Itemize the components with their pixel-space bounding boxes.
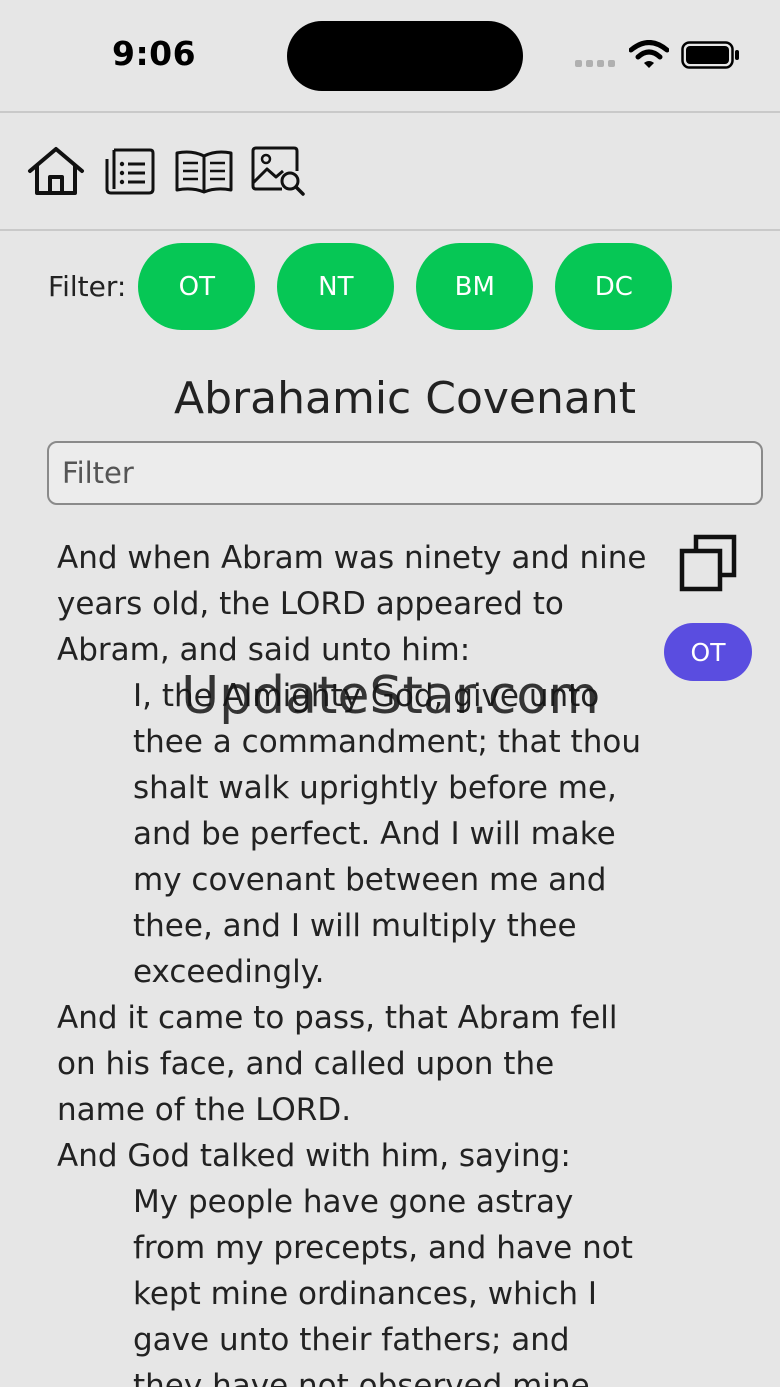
home-button[interactable] bbox=[26, 143, 86, 199]
passage-narration: And when Abram was ninety and nine years… bbox=[57, 540, 647, 668]
copy-button[interactable] bbox=[678, 533, 740, 595]
cellular-signal-icon bbox=[575, 60, 615, 67]
filter-chip-dc[interactable]: DC bbox=[555, 243, 673, 330]
filter-input[interactable] bbox=[47, 441, 763, 505]
filter-label: Filter: bbox=[48, 270, 127, 303]
list-icon bbox=[105, 148, 155, 195]
passage-quote: I, the Almighty God, give unto thee a co… bbox=[133, 678, 641, 990]
filter-row: Filter: OT NT BM DC bbox=[48, 243, 694, 330]
status-time: 9:06 bbox=[112, 34, 197, 73]
filter-chip-nt[interactable]: NT bbox=[277, 243, 395, 330]
passage-narration: And it came to pass, that Abram fell on … bbox=[57, 1000, 618, 1128]
testament-badge: OT bbox=[664, 623, 752, 681]
wifi-icon bbox=[629, 40, 669, 68]
toolbar-divider bbox=[0, 229, 780, 231]
status-bar: 9:06 bbox=[0, 0, 780, 112]
book-icon bbox=[175, 150, 233, 194]
book-button[interactable] bbox=[174, 143, 234, 199]
list-button[interactable] bbox=[100, 143, 160, 199]
page-title: Abrahamic Covenant bbox=[174, 373, 636, 424]
filter-chip-ot[interactable]: OT bbox=[138, 243, 256, 330]
app-screen: 9:06 Filter: OT NT BM DC Abrahamic Coven… bbox=[0, 0, 780, 1387]
image-search-button[interactable] bbox=[248, 143, 308, 199]
header-divider bbox=[0, 111, 780, 113]
toolbar bbox=[26, 143, 308, 199]
image-search-icon bbox=[251, 146, 305, 196]
filter-chip-bm[interactable]: BM bbox=[416, 243, 534, 330]
passage-narration: And God talked with him, saying: bbox=[57, 1138, 571, 1174]
battery-icon bbox=[681, 41, 739, 69]
passage-text: And when Abram was ninety and nine years… bbox=[57, 535, 647, 1387]
copy-icon bbox=[679, 534, 737, 592]
dynamic-island bbox=[287, 21, 523, 91]
passage-quote: My people have gone astray from my prece… bbox=[133, 1184, 633, 1387]
home-icon bbox=[28, 147, 84, 195]
